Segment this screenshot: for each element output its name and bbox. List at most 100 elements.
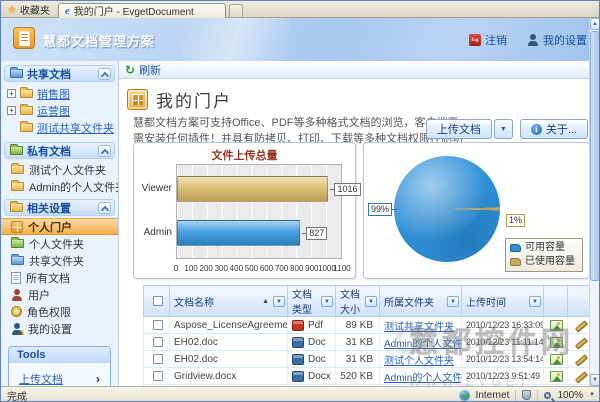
page-title: 我的门户 [156,87,232,112]
column-menu-button[interactable]: ▼ [365,296,377,307]
content-toolbar: ↻ 刷新 [119,61,591,79]
status-text: 完成 [7,388,27,402]
settings-folder-icon [10,203,23,212]
main-content: ↻ 刷新 我的门户 慧都文档方案可支持Office、PDF等多种格式文档的浏览，… [119,61,591,386]
preview-icon[interactable] [550,320,563,331]
upload-document-button[interactable]: 上传文档 [426,119,492,139]
sidebar-item-role-permissions[interactable]: ★ 角色权限 [1,303,118,320]
pie-legend: 可用容量 已使用容量 [505,238,583,272]
sidebar-item-personal-folder[interactable]: 个人文件夹 [1,235,118,252]
row-checkbox[interactable] [153,320,163,330]
preview-icon[interactable] [550,371,563,382]
tools-upload-link[interactable]: 上传文档 [19,371,63,386]
tools-panel: Tools 上传文档 › [8,346,111,386]
folder-icon [11,165,24,174]
edit-icon[interactable] [575,353,587,365]
upload-dropdown-button[interactable]: ▼ [494,119,513,139]
edit-icon[interactable] [575,336,587,348]
folder-link[interactable]: Admin的个人文件夹 [384,373,462,384]
status-bar: 完成 Internet 100% ▼ [1,386,600,402]
refresh-button[interactable]: 刷新 [139,62,161,78]
edit-icon[interactable] [575,370,587,382]
browser-tab-bar: ★ 收藏夹 e 我的门户 - EvgetDocument [1,1,600,18]
x-axis-ticks: 010020030040050060070080090010001100 [176,264,342,274]
bar-category-label: Viewer [142,183,172,194]
column-menu-button[interactable]: ▼ [321,296,333,307]
column-menu-button[interactable]: ▼ [273,296,285,307]
bar-viewer [177,176,328,202]
app-logo-icon [13,27,35,49]
sidebar-item-test-personal-folder[interactable]: 测试个人文件夹 [1,161,118,178]
select-all-checkbox[interactable] [153,296,163,306]
preview-icon[interactable] [550,337,563,348]
collapse-button[interactable] [98,145,111,157]
browser-window: ★ 收藏夹 e 我的门户 - EvgetDocument 慧都文档管理方案 ↪ … [0,0,600,402]
sidebar-item-shared-folder[interactable]: 共享文件夹 [1,252,118,269]
upload-total-chart-panel: 文件上传总量 Viewer 1016 Admin 827 01002003004… [133,142,356,279]
tree-expander-icon[interactable]: + [7,89,16,98]
file-type-icon [292,371,304,382]
capacity-chart-panel: 99% 1% 可用容量 已使用容量 [363,142,590,279]
table-row: Aspose_LicenseAgreement.pdf Pdf 89 KB 测试… [144,317,592,334]
logout-icon: ↪ [469,34,481,46]
refresh-icon: ↻ [125,64,135,76]
favorites-button[interactable]: ★ 收藏夹 [1,1,58,17]
active-tab[interactable]: e 我的门户 - EvgetDocument [58,3,226,18]
collapse-button[interactable] [98,202,111,214]
zoom-caret-icon[interactable]: ▼ [589,392,595,398]
sidebar-item-sales[interactable]: + 销售图 [7,85,118,102]
vertical-scrollbar[interactable]: ▲ ▼ [589,18,599,386]
bar-value-label: 1016 [334,183,360,196]
zone-label: Internet [476,390,510,401]
legend-swatch-available [510,244,521,252]
tools-panel-title: Tools [9,347,110,363]
column-menu-button[interactable]: ▼ [447,296,459,307]
new-tab-stub[interactable] [229,4,243,17]
scrollbar-thumb[interactable] [590,31,600,281]
my-settings-button[interactable]: 我的设置 [527,32,587,48]
about-button[interactable]: i 关于... [520,119,588,139]
bar-admin [177,220,300,246]
row-checkbox[interactable] [153,354,163,364]
table-header-row: 文档名称 ▲ ▼ 文档类型 ▼ 文档大小 ▼ 所属文件夹 ▼ 上传时间 ▼ [144,286,592,317]
sidebar-item-all-documents[interactable]: 所有文档 [1,269,118,286]
row-checkbox[interactable] [153,371,163,381]
sidebar-item-users[interactable]: 用户 [1,286,118,303]
chevron-down-icon: ▼ [500,126,507,133]
logout-button[interactable]: ↪ 注销 [469,32,507,48]
sidebar-item-operations[interactable]: + 运营图 [7,102,118,119]
favorites-label: 收藏夹 [20,2,50,17]
scroll-down-button[interactable]: ▼ [590,374,600,386]
sidebar-item-my-settings[interactable]: 我的设置 [1,320,118,337]
private-folder-icon [10,146,23,155]
table-row: Gridview.docx Docx 520 KB Admin的个人文件夹 20… [144,368,592,385]
scroll-up-button[interactable]: ▲ [590,18,600,30]
tree-expander-icon[interactable]: + [7,106,16,115]
document-icon [11,272,21,284]
pie-percent-used: 1% [506,214,525,227]
portal-page-icon [127,89,148,110]
folder-link[interactable]: 测试共享文件夹 [384,322,454,333]
legend-swatch-used [510,258,521,266]
column-menu-button[interactable]: ▼ [529,296,541,307]
section-header-related-settings[interactable]: 相关设置 [4,199,115,216]
favorites-star-icon: ★ [7,3,17,16]
row-checkbox[interactable] [153,337,163,347]
sidebar-item-personal-portal[interactable]: 个人门户 [1,218,118,235]
folder-link[interactable]: Admin的个人文件夹 [384,339,462,350]
preview-icon[interactable] [550,354,563,365]
collapse-button[interactable] [98,68,111,80]
section-header-shared-docs[interactable]: 共享文档 [4,65,115,82]
table-row: EH02.doc Doc 31 KB Admin的个人文件夹 2010/12/2… [144,334,592,351]
sidebar-item-test-shared-folder[interactable]: 测试共享文件夹 [7,119,118,136]
zoom-level[interactable]: 100% [557,390,583,401]
sidebar-item-admin-personal-folder[interactable]: Admin的个人文件夹 [1,178,118,195]
edit-icon[interactable] [575,319,587,331]
tab-title: 我的门户 - EvgetDocument [74,3,194,18]
pie-gloss [394,156,500,262]
folder-link[interactable]: 测试个人文件夹 [384,356,454,367]
role-badge-icon: ★ [11,306,22,317]
portal-grid-icon [11,221,23,233]
folder-icon [20,123,33,132]
section-header-private-docs[interactable]: 私有文档 [4,142,115,159]
